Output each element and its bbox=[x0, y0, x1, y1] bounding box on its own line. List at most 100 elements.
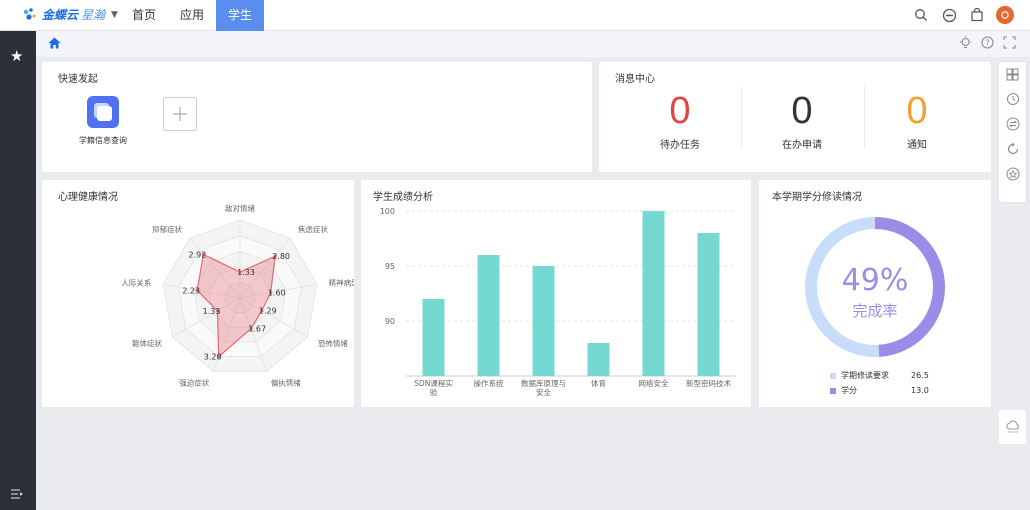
logo-text: 金蝶云 bbox=[42, 8, 79, 22]
star-outline-icon[interactable] bbox=[1006, 167, 1020, 184]
sub-toolbar: ? bbox=[36, 31, 1030, 57]
score-bar[interactable] bbox=[642, 211, 665, 376]
lightbulb-icon[interactable] bbox=[959, 36, 972, 52]
radar-axis-label: 敌对情绪 bbox=[225, 203, 255, 213]
legend-item: 学期修读要求 26.5 bbox=[830, 370, 929, 381]
avatar[interactable] bbox=[996, 6, 1014, 24]
notification-label: 通知 bbox=[907, 140, 927, 151]
star-icon[interactable]: ★ bbox=[10, 47, 23, 65]
legend-swatch bbox=[830, 372, 836, 379]
home-icon[interactable] bbox=[48, 37, 61, 52]
x-tick-label: 体育 bbox=[591, 378, 606, 388]
sub-toolbar-actions: ? bbox=[959, 36, 1016, 52]
notification-count: 0 bbox=[906, 90, 928, 132]
pending-label: 在办申请 bbox=[782, 140, 822, 151]
x-tick-label: 操作系统 bbox=[474, 378, 504, 388]
radar-value-label: 1.33 bbox=[237, 268, 255, 277]
radar-value-label: 1.67 bbox=[248, 325, 266, 334]
card-title: 快速发起 bbox=[58, 74, 98, 85]
switch-icon[interactable] bbox=[1006, 117, 1020, 134]
radar-value-label: 2.92 bbox=[188, 250, 206, 259]
legend-item: 学分 13.0 bbox=[830, 385, 929, 396]
top-right-tools bbox=[912, 6, 1014, 24]
nav-student[interactable]: 学生 bbox=[216, 0, 265, 31]
help-icon[interactable]: ? bbox=[981, 36, 994, 52]
bag-icon[interactable] bbox=[968, 6, 986, 24]
radar-axis-label: 精神病型 bbox=[329, 277, 354, 287]
left-sidebar: ★ bbox=[0, 31, 36, 510]
todo-count: 0 bbox=[669, 90, 691, 132]
todo-label: 待办任务 bbox=[660, 140, 700, 151]
radar-value-label: 1.33 bbox=[203, 307, 221, 316]
pending-count: 0 bbox=[791, 90, 813, 132]
svg-text:?: ? bbox=[985, 38, 989, 47]
radar-axis-label: 偏执情绪 bbox=[271, 378, 301, 388]
cloud-icon[interactable] bbox=[999, 410, 1026, 444]
score-bar[interactable] bbox=[532, 266, 555, 376]
top-bar: 金蝶云 星瀚 ▼ 首页 应用 学生 bbox=[0, 0, 1030, 31]
completion-percent: 49% bbox=[842, 263, 909, 298]
refresh-icon[interactable] bbox=[1006, 142, 1020, 159]
x-tick-label: SDN课程实 bbox=[414, 378, 453, 388]
score-bar[interactable] bbox=[697, 233, 720, 376]
quick-item-label: 学籍信息查询 bbox=[79, 136, 127, 145]
y-tick-label: 95 bbox=[385, 262, 395, 271]
pending-applications[interactable]: 0 在办申请 bbox=[742, 92, 862, 151]
radar-axis-label: 躯体症状 bbox=[132, 338, 162, 348]
radar-value-label: 1.29 bbox=[259, 307, 277, 316]
nav-apps[interactable]: 应用 bbox=[168, 0, 216, 31]
nav-home[interactable]: 首页 bbox=[120, 0, 168, 31]
score-bar[interactable] bbox=[422, 299, 445, 376]
x-tick-label: 网络安全 bbox=[639, 378, 669, 388]
legend-value: 26.5 bbox=[911, 371, 929, 380]
logo[interactable]: 金蝶云 星瀚 ▼ bbox=[22, 6, 118, 23]
x-tick-label: 新型密码技术 bbox=[686, 378, 731, 388]
legend-name: 学期修读要求 bbox=[841, 371, 889, 380]
y-tick-label: 90 bbox=[385, 317, 395, 326]
legend-swatch bbox=[830, 387, 836, 394]
app-icon bbox=[87, 96, 119, 128]
notifications[interactable]: 0 通知 bbox=[857, 92, 977, 151]
radar-axis-label: 强迫症状 bbox=[179, 378, 209, 388]
logo-subtext: 星瀚 bbox=[81, 8, 106, 22]
layout-icon[interactable] bbox=[1006, 68, 1019, 84]
y-tick-label: 100 bbox=[380, 207, 395, 216]
quick-start-card: 快速发起 学籍信息查询 bbox=[42, 62, 592, 172]
radar-axis-label: 抑郁症状 bbox=[152, 224, 182, 234]
card-title: 消息中心 bbox=[615, 74, 655, 85]
completion-label: 完成率 bbox=[852, 302, 897, 320]
legend-value: 13.0 bbox=[911, 386, 929, 395]
radar-value-label: 2.80 bbox=[272, 252, 290, 261]
x-tick-label: 安全 bbox=[536, 387, 551, 397]
legend-name: 学分 bbox=[841, 386, 857, 395]
radar-value-label: 2.23 bbox=[182, 286, 200, 295]
psych-health-card: 心理健康情况 1.33 2.80 1.60 1.29 1.67 3.20 1.33 2.23 2… bbox=[42, 180, 354, 407]
score-bar[interactable] bbox=[587, 343, 610, 376]
student-scores-card: 学生成绩分析 90 95 100 SDN课程实验操作系统 数据库原理与 安全 体育 网络安全新… bbox=[361, 180, 751, 407]
logo-mark-icon bbox=[22, 7, 38, 23]
minus-circle-icon[interactable] bbox=[940, 6, 958, 24]
radar-axis-label: 焦虑症状 bbox=[298, 224, 328, 234]
history-icon[interactable] bbox=[1006, 92, 1020, 109]
add-quick-item-button[interactable] bbox=[163, 97, 197, 131]
radar-chart: 1.33 2.80 1.60 1.29 1.67 3.20 1.33 2.23 2.92 敌对情绪… bbox=[121, 203, 354, 388]
x-tick-label: 验 bbox=[430, 387, 438, 397]
todo-tasks[interactable]: 0 待办任务 bbox=[620, 92, 740, 151]
credits-card: 本学期学分修读情况 49% 完成率 学期修读要求 26.5 学分 13.0 bbox=[759, 180, 991, 407]
message-center-card: 消息中心 0 待办任务 0 在办申请 0 通知 bbox=[599, 62, 991, 172]
radar-value-label: 3.20 bbox=[204, 353, 222, 362]
radar-value-label: 1.60 bbox=[268, 289, 286, 298]
score-bar[interactable] bbox=[477, 255, 500, 376]
radar-axis-label: 人际关系 bbox=[121, 277, 151, 287]
x-tick-label: 数据库原理与 bbox=[521, 378, 566, 388]
credit-legend: 学期修读要求 26.5 学分 13.0 bbox=[830, 370, 929, 400]
radar-axis-label: 恐怖情绪 bbox=[318, 338, 348, 348]
score-bar-chart: 90 95 100 SDN课程实验 操作系统 数据库原理与安全 体育 网络安全 新型密码技术 bbox=[380, 207, 736, 397]
chevron-down-icon[interactable]: ▼ bbox=[111, 10, 118, 20]
expand-menu-icon[interactable] bbox=[11, 488, 23, 502]
main-nav: 首页 应用 学生 bbox=[120, 0, 265, 31]
floating-toolbar bbox=[999, 62, 1026, 202]
search-icon[interactable] bbox=[912, 6, 930, 24]
fullscreen-icon[interactable] bbox=[1003, 36, 1016, 52]
quick-item-student-info[interactable]: 学籍信息查询 bbox=[68, 96, 138, 146]
